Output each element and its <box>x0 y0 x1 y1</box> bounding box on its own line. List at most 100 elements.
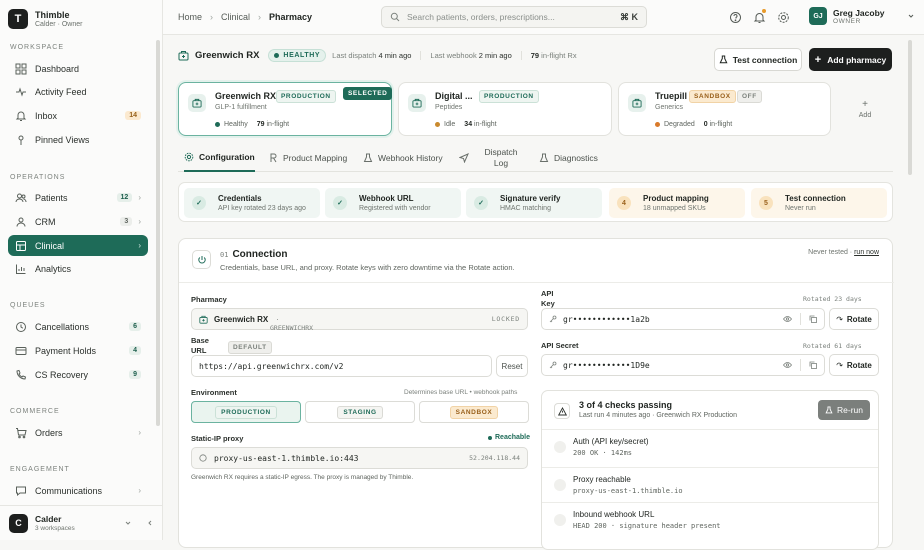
breadcrumb-separator: › <box>210 12 214 22</box>
workspace-footer[interactable]: C Calder 3 workspaces <box>0 505 163 540</box>
add-pharmacy-card[interactable]: + Add <box>837 82 893 136</box>
check-status-icon <box>554 479 566 491</box>
chevron-right-icon: › <box>138 217 141 226</box>
search-input[interactable]: Search patients, orders, prescriptions..… <box>407 12 555 22</box>
avatar: GJ <box>809 7 827 25</box>
tab-product-mapping[interactable]: Product Mapping <box>268 144 347 172</box>
clinical-icon <box>16 240 26 251</box>
bell-icon <box>15 111 27 121</box>
sidebar-item-inbox[interactable]: Inbox 14 <box>8 105 148 126</box>
tab-diagnostics[interactable]: Diagnostics <box>539 144 598 172</box>
check-detail: HEAD 200 · signature header present <box>573 522 721 530</box>
send-icon <box>459 153 469 163</box>
pharmacy-code: GREENWICHRX <box>270 324 314 332</box>
sidebar: T Thimble Calder · Owner WORKSPACE Dashb… <box>0 0 163 540</box>
add-pharmacy-button[interactable]: + Add pharmacy <box>809 48 892 71</box>
step-test-connection[interactable]: 5 Test connection Never run <box>751 188 887 218</box>
sidebar-item-patients[interactable]: Patients 12 › <box>8 187 148 208</box>
pharmacy-name: Greenwich RX <box>215 91 277 101</box>
environment-hint: Determines base URL • webhook paths <box>404 389 518 396</box>
test-connection-button[interactable]: Test connection <box>714 48 802 71</box>
pharmacy-name: Digital ... <box>435 91 473 101</box>
step-credentials[interactable]: ✓ Credentials API key rotated 23 days ag… <box>184 188 320 218</box>
chevron-right-icon: › <box>138 428 141 437</box>
key-icon <box>549 315 557 323</box>
sidebar-item-pinned-views[interactable]: Pinned Views <box>8 129 148 150</box>
test-status: Never tested · run now <box>808 249 879 256</box>
pharmacy-card-truepill[interactable]: Truepill SANDBOX OFF Generics Degraded 0 … <box>618 82 831 136</box>
connection-checks: 3 of 4 checks passing Last run 4 minutes… <box>541 390 879 550</box>
sidebar-item-crm[interactable]: CRM 3 › <box>8 211 148 232</box>
pharmacy-icon <box>188 94 206 112</box>
status-badge: HEALTHY <box>268 48 327 62</box>
eye-icon[interactable] <box>783 361 792 369</box>
collapse-sidebar-icon[interactable] <box>146 519 154 527</box>
copy-icon[interactable] <box>809 315 817 323</box>
workspace-count: 3 workspaces <box>35 525 75 532</box>
env-option-staging[interactable]: STAGING <box>305 401 415 423</box>
check-icon: ✓ <box>333 196 347 210</box>
tab-dispatch-log[interactable]: Dispatch Log <box>459 144 521 172</box>
sidebar-item-payment-holds[interactable]: Payment Holds 4 <box>8 340 148 361</box>
pin-icon <box>18 135 24 145</box>
chevron-down-icon <box>908 14 913 18</box>
workspace-switcher[interactable]: T Thimble Calder · Owner <box>8 8 156 30</box>
patients-count-badge: 12 <box>116 193 133 202</box>
step-subtitle: Never run <box>785 205 816 212</box>
tab-configuration[interactable]: Configuration <box>184 144 255 172</box>
api-secret-field[interactable]: gr••••••••••••1D9e <box>541 354 825 376</box>
sidebar-item-analytics[interactable]: Analytics <box>8 258 148 279</box>
step-webhook-url[interactable]: ✓ Webhook URL Registered with vendor <box>325 188 461 218</box>
global-search[interactable]: Search patients, orders, prescriptions..… <box>381 6 647 28</box>
user-role: OWNER <box>833 17 861 25</box>
copy-icon[interactable] <box>809 361 817 369</box>
main-scrollbar[interactable] <box>908 40 912 175</box>
eye-icon[interactable] <box>783 315 792 323</box>
step-signature-verify[interactable]: ✓ Signature verify HMAC matching <box>466 188 602 218</box>
env-option-production[interactable]: PRODUCTION <box>191 401 301 423</box>
env-tag: PRODUCTION <box>276 90 336 103</box>
sidebar-item-communications[interactable]: Communications › <box>8 480 148 501</box>
sidebar-item-clinical[interactable]: Clinical › <box>8 235 148 256</box>
gear-icon[interactable] <box>777 11 790 24</box>
breadcrumb: Home › Clinical › Pharmacy <box>178 12 312 22</box>
reset-button[interactable]: Reset <box>496 355 528 377</box>
brand-subtitle: Calder · Owner <box>35 21 83 28</box>
help-icon[interactable] <box>729 11 742 24</box>
step-title: Signature verify <box>500 194 561 203</box>
breadcrumb-home[interactable]: Home <box>178 12 202 22</box>
pharmacy-tabs: Configuration Product Mapping Webhook Hi… <box>178 144 893 172</box>
last-webhook: Last webhook 2 min ago <box>420 50 512 60</box>
step-number: 5 <box>759 196 773 210</box>
sidebar-item-dashboard[interactable]: Dashboard <box>8 58 148 79</box>
pharmacy-description: Peptides <box>435 104 463 111</box>
tab-webhook-history[interactable]: Webhook History <box>363 144 443 172</box>
api-key-label: API Key <box>541 289 555 308</box>
run-now-link[interactable]: run now <box>854 249 879 256</box>
user-menu[interactable]: GJ Greg Jacoby OWNER <box>809 7 915 25</box>
breadcrumb-clinical[interactable]: Clinical <box>221 12 250 22</box>
rotate-api-secret-button[interactable]: ↷ Rotate <box>829 354 879 376</box>
chevron-down-icon[interactable] <box>124 519 132 527</box>
sidebar-item-orders[interactable]: Orders › <box>8 422 148 443</box>
step-subtitle: Registered with vendor <box>359 205 431 212</box>
pharmacy-card-greenwich-rx[interactable]: Greenwich RX PRODUCTION SELECTED GLP-1 f… <box>178 82 393 136</box>
rerun-button[interactable]: Re-run <box>818 400 870 420</box>
sidebar-item-activity-feed[interactable]: Activity Feed <box>8 81 148 102</box>
sidebar-item-cancellations[interactable]: Cancellations 6 <box>8 316 148 337</box>
step-number: 4 <box>617 196 631 210</box>
env-option-sandbox[interactable]: SANDBOX <box>419 401 529 423</box>
sidebar-item-cs-recovery[interactable]: CS Recovery 9 <box>8 364 148 385</box>
pharmacy-card-digital[interactable]: Digital ... PRODUCTION Peptides Idle 34 i… <box>398 82 612 136</box>
base-url-input[interactable]: https://api.greenwichrx.com/v2 <box>191 355 492 377</box>
step-product-mapping[interactable]: 4 Product mapping 18 unmapped SKUs <box>609 188 745 218</box>
api-key-field[interactable]: gr••••••••••••1a2b <box>541 308 825 330</box>
section-engagement: ENGAGEMENT <box>10 466 70 473</box>
sidebar-item-label: Cancellations <box>35 321 90 332</box>
clock-icon <box>16 321 26 332</box>
sidebar-nav: WORKSPACE Dashboard Activity Feed Inbox … <box>0 38 155 502</box>
check-status-icon <box>554 514 566 526</box>
sidebar-scrollbar[interactable] <box>156 40 160 426</box>
rotate-api-key-button[interactable]: ↷ Rotate <box>829 308 879 330</box>
checks-subtitle: Last run 4 minutes ago · Greenwich RX Pr… <box>579 412 737 419</box>
